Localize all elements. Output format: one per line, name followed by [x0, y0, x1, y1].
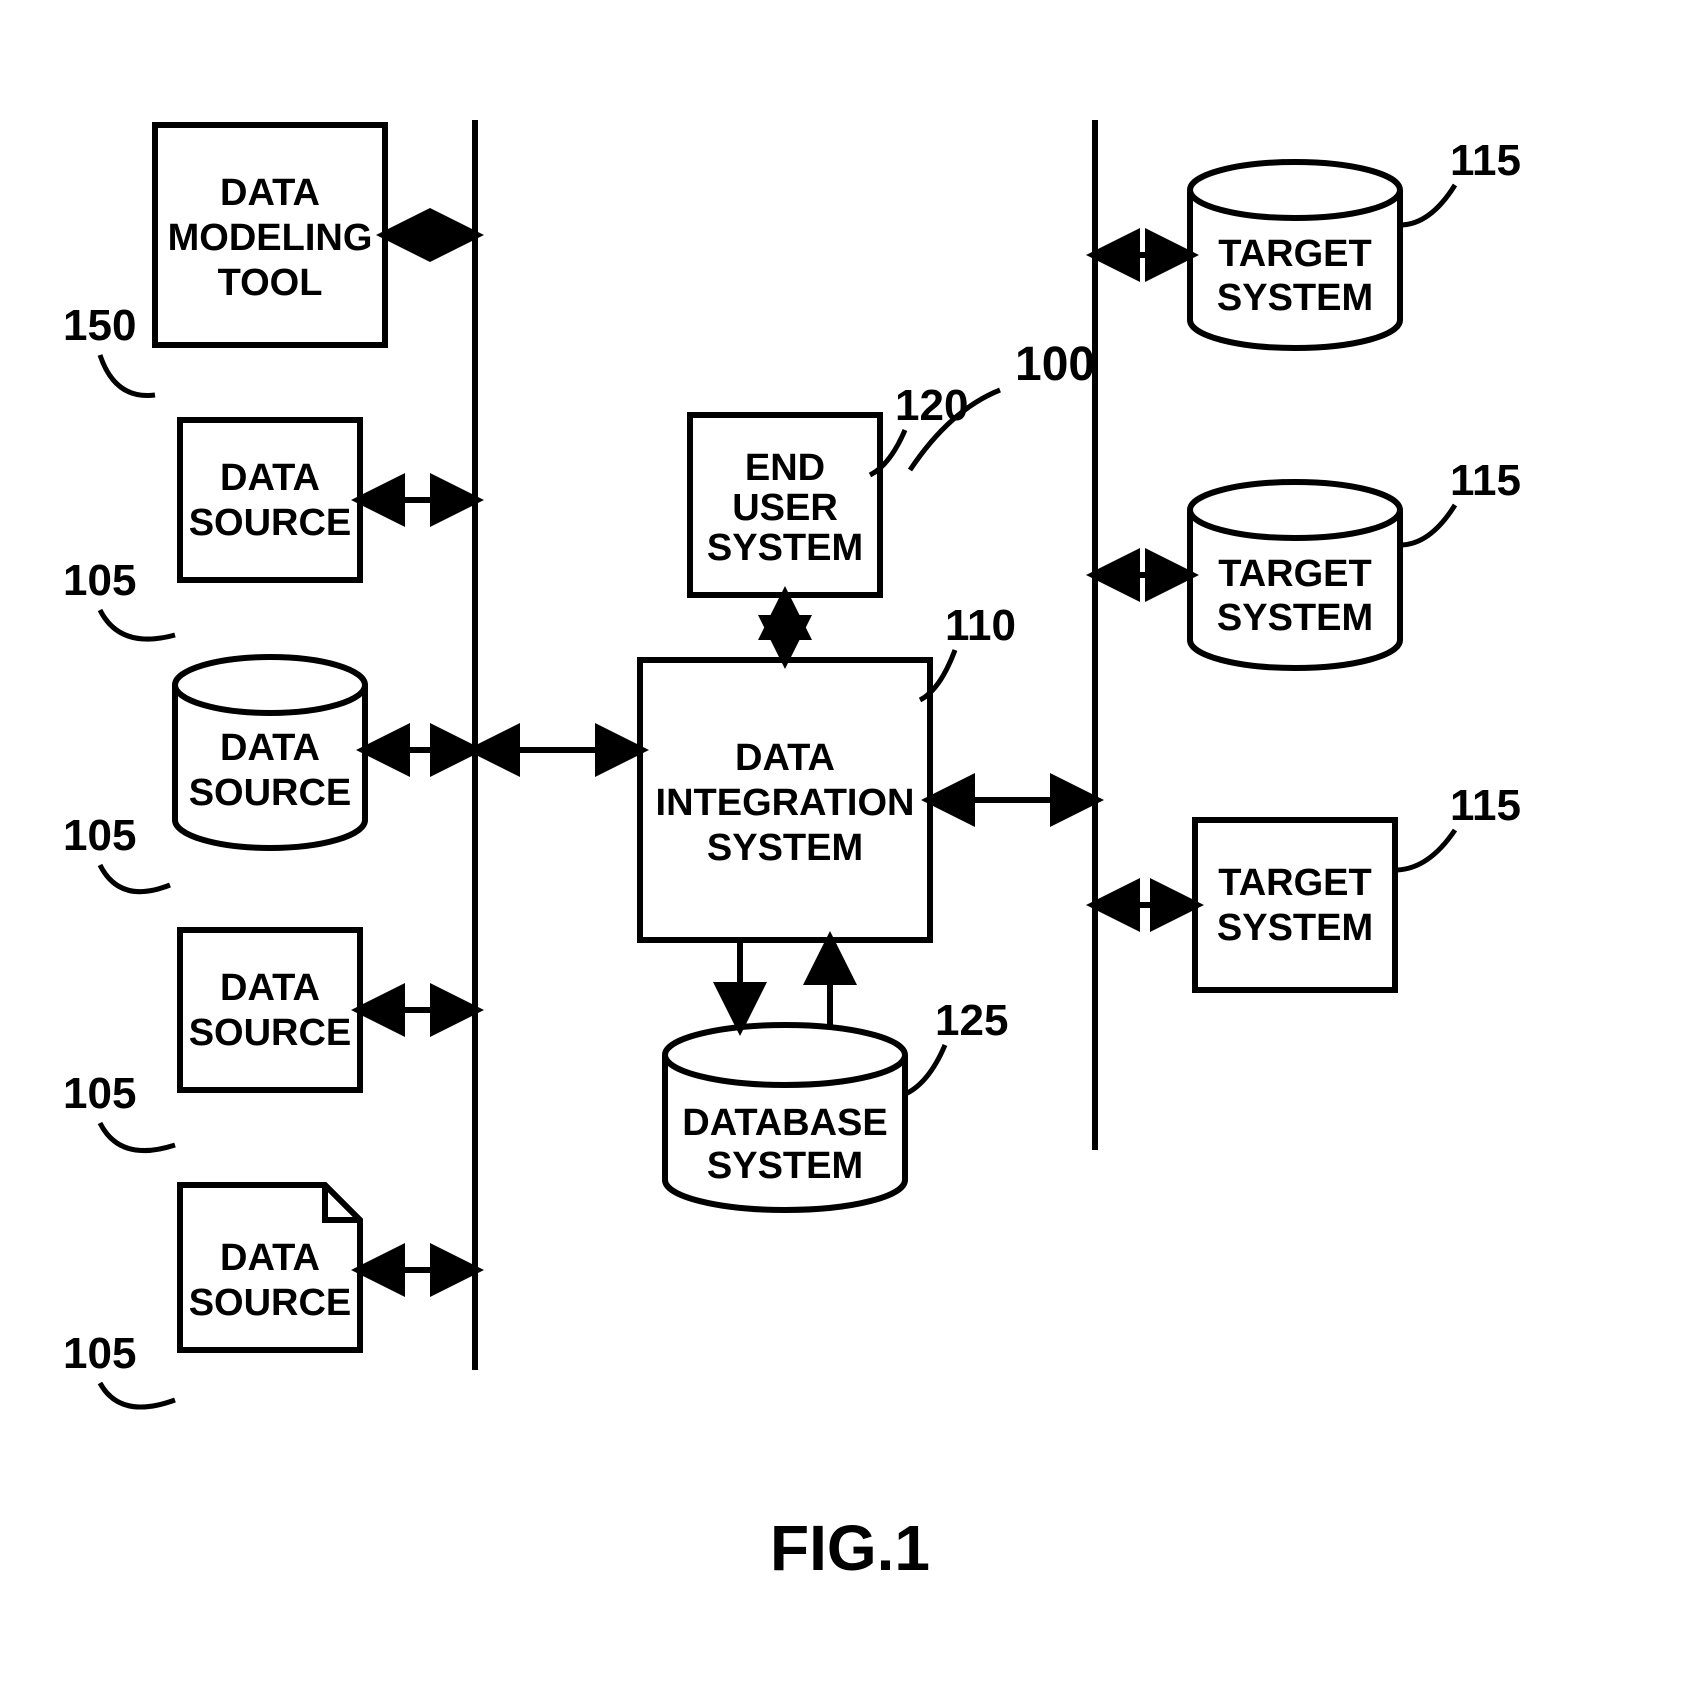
diagram: 100 DATA MODELING TOOL 150 DATA SOURCE 1… [0, 0, 1700, 1692]
ds1-l1: DATA [220, 457, 320, 499]
dis-l2: INTEGRATION [656, 782, 915, 824]
ds3-l1: DATA [220, 967, 320, 1009]
db-l1: DATABASE [682, 1102, 887, 1144]
target-system-3 [1195, 820, 1395, 990]
ts2-l2: SYSTEM [1217, 597, 1373, 639]
ref-125: 125 [935, 996, 1008, 1045]
dis-l3: SYSTEM [707, 827, 863, 869]
ts2-l1: TARGET [1218, 553, 1371, 595]
data-modeling-tool-l1: DATA [220, 172, 320, 214]
ds3-l2: SOURCE [189, 1012, 352, 1054]
ts3-l1: TARGET [1218, 862, 1371, 904]
ts1-l2: SYSTEM [1217, 277, 1373, 319]
data-source-3 [180, 930, 360, 1090]
dis-l1: DATA [735, 737, 835, 779]
data-modeling-tool-l2: MODELING [168, 217, 373, 259]
ref-105-1: 105 [63, 556, 136, 605]
data-source-1 [180, 420, 360, 580]
ref-100: 100 [1015, 338, 1095, 391]
ref-115-2: 115 [1450, 456, 1521, 505]
figure-label: FIG.1 [770, 1512, 930, 1584]
db-l2: SYSTEM [707, 1145, 863, 1187]
ds1-l2: SOURCE [189, 502, 352, 544]
ref-115-3: 115 [1450, 781, 1521, 830]
eus-l1: END [745, 447, 825, 489]
ts1-l1: TARGET [1218, 233, 1371, 275]
ds4-l2: SOURCE [189, 1282, 352, 1324]
eus-l3: SYSTEM [707, 527, 863, 569]
eus-l2: USER [732, 487, 838, 529]
ref-105-3: 105 [63, 1069, 136, 1118]
ref-120: 120 [895, 381, 968, 430]
ref-115-1: 115 [1450, 136, 1521, 185]
ref-105-2: 105 [63, 811, 136, 860]
ref-105-4: 105 [63, 1329, 136, 1378]
ds4-l1: DATA [220, 1237, 320, 1279]
ds2-l1: DATA [220, 727, 320, 769]
ref-110: 110 [945, 601, 1016, 650]
data-modeling-tool-l3: TOOL [218, 262, 323, 304]
ref-150: 150 [63, 301, 136, 350]
ts3-l2: SYSTEM [1217, 907, 1373, 949]
ds2-l2: SOURCE [189, 772, 352, 814]
